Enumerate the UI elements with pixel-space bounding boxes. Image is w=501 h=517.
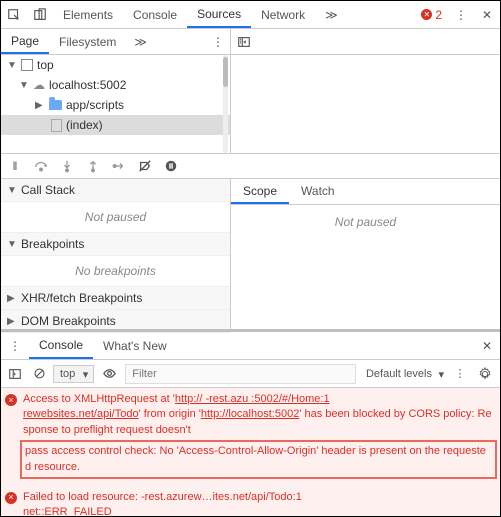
console-filter[interactable]: [125, 364, 356, 384]
tree-file[interactable]: (index): [1, 115, 230, 135]
kebab-menu-icon[interactable]: ⋮: [448, 2, 474, 28]
tab-sources[interactable]: Sources: [187, 1, 251, 28]
deactivate-breakpoints-icon[interactable]: [137, 158, 153, 174]
breakpoints-body: No breakpoints: [1, 256, 230, 287]
drawer-tab-console[interactable]: Console: [29, 332, 93, 359]
subtab-filesystem[interactable]: Filesystem: [49, 30, 126, 53]
tree-host[interactable]: ☁localhost:5002: [1, 75, 230, 95]
vdots-icon[interactable]: ⋮: [206, 35, 230, 49]
folder-icon: [49, 100, 62, 110]
file-tree[interactable]: top ☁localhost:5002 app/scripts (index): [1, 55, 231, 153]
console-settings-icon[interactable]: [474, 367, 496, 381]
console-error-1[interactable]: Access to XMLHttpRequest at 'http:// -re…: [1, 388, 500, 486]
error-icon: [5, 394, 17, 406]
pause-icon[interactable]: [7, 158, 23, 174]
hidden-count-icon[interactable]: ⋮: [450, 367, 470, 380]
error-count-badge[interactable]: ✕ 2: [415, 8, 448, 22]
error-count: 2: [435, 8, 442, 22]
tabs-more-icon[interactable]: ≫: [315, 2, 348, 27]
tab-elements[interactable]: Elements: [53, 2, 123, 27]
scope-not-paused: Not paused: [231, 205, 500, 239]
link-origin[interactable]: http://localhost:5002: [201, 408, 299, 420]
error-icon: ✕: [421, 9, 432, 20]
file-icon: [51, 119, 62, 132]
section-xhr-breakpoints[interactable]: XHR/fetch Breakpoints: [1, 287, 230, 310]
link-url1b[interactable]: rewebsites.net/api/Todo: [23, 408, 139, 420]
drawer-tab-whatsnew[interactable]: What's New: [93, 333, 177, 358]
tab-scope[interactable]: Scope: [231, 179, 289, 204]
step-out-icon[interactable]: [85, 158, 101, 174]
main-tabs: Elements Console Sources Network ≫: [53, 1, 415, 28]
live-expression-icon[interactable]: [98, 366, 121, 381]
link-url1[interactable]: http:// -rest.azu :5002/#/Home:1: [175, 393, 330, 405]
inspect-icon[interactable]: [1, 2, 27, 28]
tree-scroll-thumb[interactable]: [223, 57, 228, 87]
clear-console-icon[interactable]: [29, 367, 49, 380]
tab-network[interactable]: Network: [251, 2, 315, 27]
cloud-icon: ☁: [33, 78, 45, 92]
drawer-menu-icon[interactable]: ⋮: [1, 339, 29, 353]
tab-console[interactable]: Console: [123, 2, 187, 27]
section-breakpoints[interactable]: Breakpoints: [1, 233, 230, 256]
pause-on-exceptions-icon[interactable]: [163, 158, 179, 174]
call-stack-body: Not paused: [1, 202, 230, 233]
subtab-more-icon[interactable]: ≫: [126, 35, 155, 49]
debugger-toolbar: [1, 153, 500, 179]
console-filter-input[interactable]: [125, 364, 356, 384]
show-navigator-icon[interactable]: [237, 35, 251, 49]
console-sidebar-toggle-icon[interactable]: [5, 367, 25, 381]
cors-highlight: pass access control check: No 'Access-Co…: [20, 440, 497, 479]
step-icon[interactable]: [111, 158, 127, 174]
link-err-failed[interactable]: ERR_FAILED: [44, 506, 111, 516]
tab-watch[interactable]: Watch: [289, 179, 347, 204]
console-messages[interactable]: Access to XMLHttpRequest at 'http:// -re…: [1, 388, 500, 516]
drawer-close-icon[interactable]: ✕: [474, 339, 500, 353]
console-error-2[interactable]: Failed to load resource: -rest.azurew…it…: [1, 486, 500, 516]
code-editor[interactable]: [231, 55, 500, 155]
error-icon: [5, 492, 17, 504]
log-levels-selector[interactable]: Default levels: [360, 366, 446, 382]
device-toolbar-icon[interactable]: [27, 2, 53, 28]
step-into-icon[interactable]: [59, 158, 75, 174]
step-over-icon[interactable]: [33, 158, 49, 174]
context-selector[interactable]: top: [53, 365, 94, 383]
close-devtools-icon[interactable]: ✕: [474, 2, 500, 28]
tree-top[interactable]: top: [1, 55, 230, 75]
section-call-stack[interactable]: Call Stack: [1, 179, 230, 202]
tree-folder[interactable]: app/scripts: [1, 95, 230, 115]
subtab-page[interactable]: Page: [1, 29, 49, 54]
